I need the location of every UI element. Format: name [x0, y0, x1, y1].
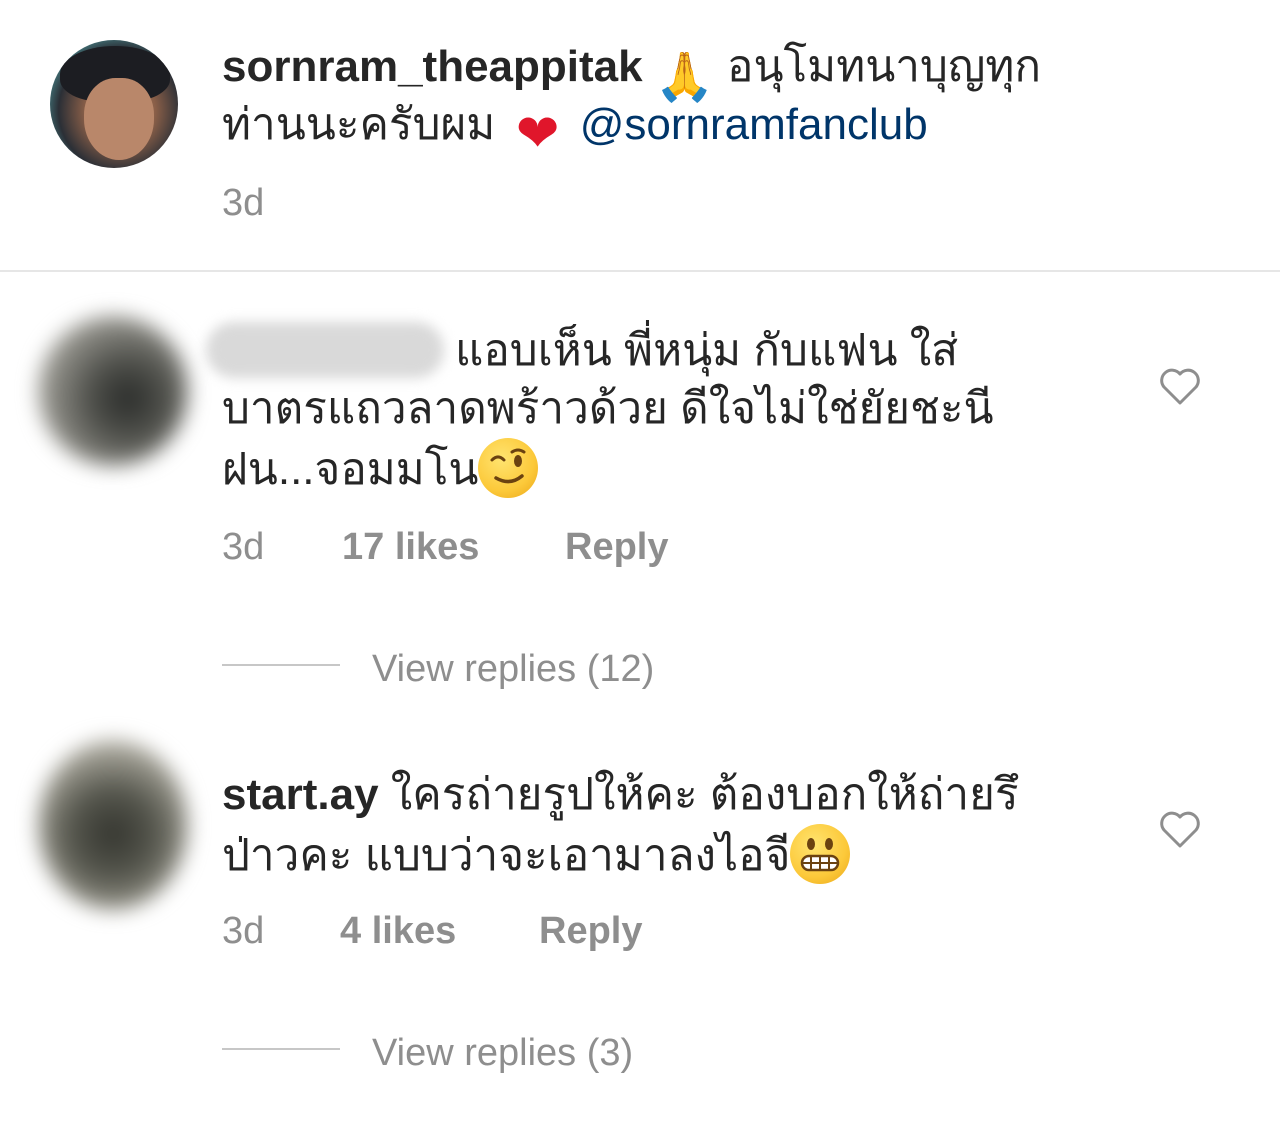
- winking-face-emoji-icon: [478, 438, 539, 498]
- comment-1-line-1: แอบเห็น พี่หนุ่ม กับแฟน ใส่: [455, 326, 959, 375]
- caption-username[interactable]: sornram_theappitak: [222, 42, 643, 91]
- comment-1-username-blurred: [206, 322, 444, 378]
- caption-time: 3d: [222, 182, 265, 224]
- comment-1-like-heart-icon[interactable]: [1158, 366, 1202, 406]
- caption-avatar[interactable]: [50, 40, 178, 168]
- comment-2-line-2: ป่าวคะ แบบว่าจะเอามาลงไอจี: [222, 824, 851, 885]
- avatar-face: [84, 78, 154, 160]
- heart-emoji-icon: ❤: [515, 105, 560, 163]
- comment-1-line-3: ฝน...จอมมโน: [222, 438, 539, 499]
- comment-2-like-heart-icon[interactable]: [1158, 809, 1202, 849]
- caption-text-2: ท่านนะครับผม: [222, 100, 496, 149]
- comment-1-time: 3d: [222, 526, 265, 568]
- comment-1-line-2: บาตรแถวลาดพร้าวด้วย ดีใจไม่ใช่ยัยชะนี: [222, 384, 994, 433]
- comment-2-username[interactable]: start.ay: [222, 770, 379, 819]
- comment-1-likes[interactable]: 17 likes: [342, 524, 479, 570]
- comment-2-view-replies[interactable]: View replies (3): [372, 1030, 633, 1076]
- comment-1-view-replies[interactable]: View replies (12): [372, 646, 654, 692]
- comment-1-text-3: ฝน...จอมมโน: [222, 445, 479, 494]
- grimacing-face-emoji-icon: [790, 824, 851, 884]
- comment-2-likes[interactable]: 4 likes: [340, 908, 456, 954]
- comment-1-replies-line: [222, 664, 340, 666]
- comment-2-line-1: start.ay ใครถ่ายรูปให้คะ ต้องบอกให้ถ่ายร…: [222, 766, 1019, 824]
- comment-2-replies-line: [222, 1048, 340, 1050]
- caption-mention[interactable]: @sornramfanclub: [580, 100, 928, 149]
- divider: [0, 270, 1280, 272]
- comment-2-text-1: ใครถ่ายรูปให้คะ ต้องบอกให้ถ่ายรึ: [390, 770, 1019, 819]
- comment-2-reply-button[interactable]: Reply: [539, 908, 642, 954]
- comment-1-reply-button[interactable]: Reply: [565, 524, 668, 570]
- comment-1-avatar[interactable]: [38, 316, 188, 466]
- comment-2-time: 3d: [222, 910, 265, 952]
- comment-2-text-2: ป่าวคะ แบบว่าจะเอามาลงไอจี: [222, 831, 791, 880]
- comment-2-avatar[interactable]: [38, 740, 188, 910]
- caption-line-2: ท่านนะครับผม ❤ @sornramfanclub: [222, 96, 928, 164]
- caption-text-1: อนุโมทนาบุญทุก: [727, 42, 1042, 91]
